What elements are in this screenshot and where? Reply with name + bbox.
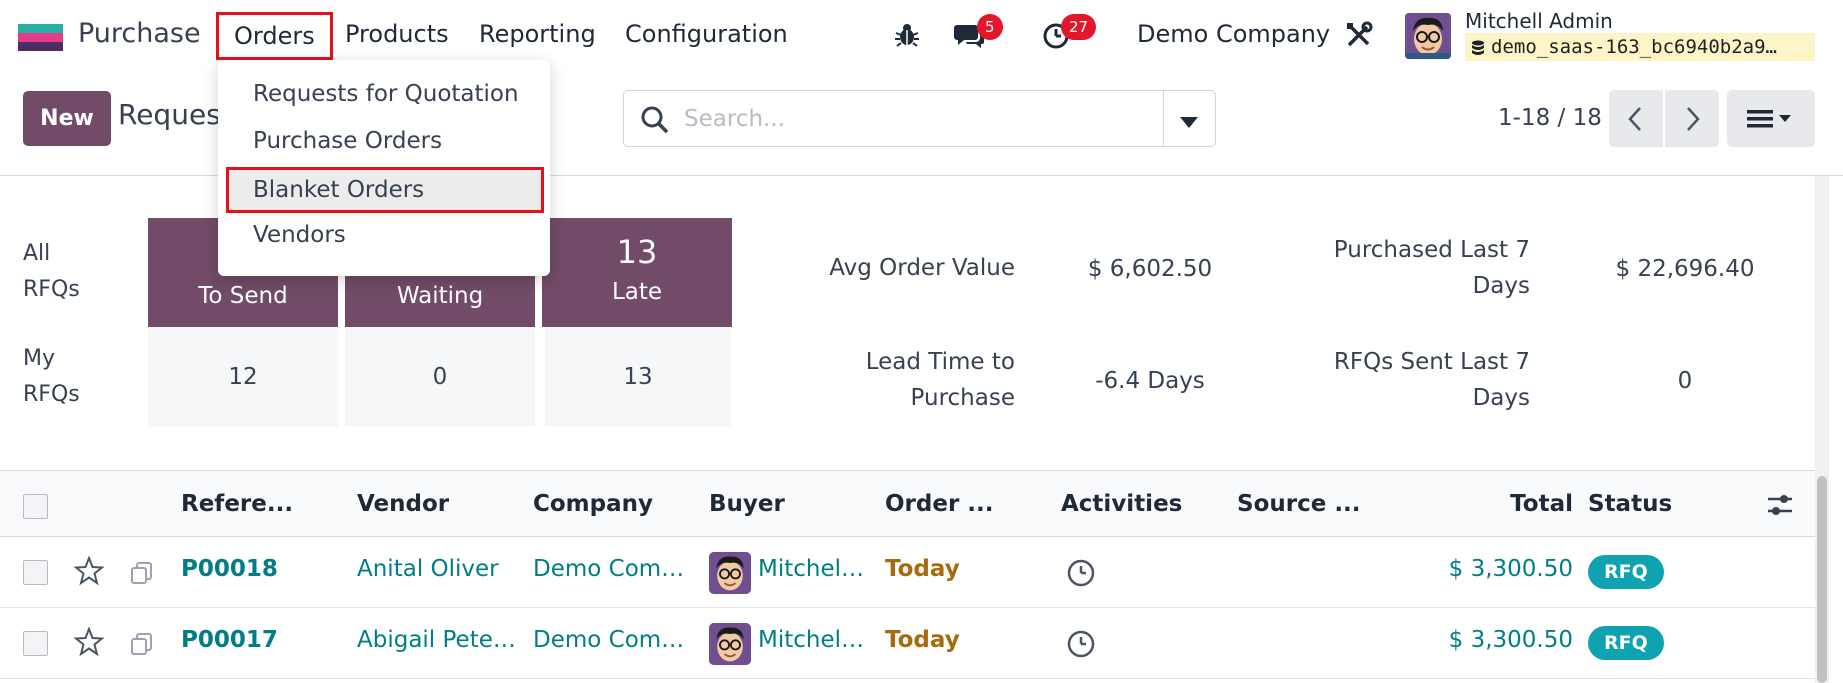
rfqs-sent-last7-value: 0 [1677, 368, 1693, 394]
tile-value: 13 [616, 233, 658, 271]
order-date: Today [885, 556, 960, 582]
rfqs-sent-last7-label: RFQs Sent Last 7 Days [1333, 349, 1530, 411]
chevron-right-icon [1685, 106, 1701, 136]
status-badge: RFQ [1588, 555, 1664, 589]
lead-time-label: Lead Time to Purchase [865, 349, 1015, 411]
star-icon[interactable] [73, 555, 105, 590]
database-icon [1471, 39, 1485, 61]
total-amount: $ 3,300.50 [1448, 556, 1573, 582]
reference-link[interactable]: P00018 [181, 556, 278, 582]
clock-icon[interactable] [1066, 558, 1096, 592]
row-checkbox[interactable] [23, 560, 48, 585]
search-bar [623, 90, 1216, 147]
bug-icon[interactable] [893, 21, 923, 51]
menu-item-blanket-orders[interactable]: Blanket Orders [226, 167, 544, 213]
clock-icon[interactable] [1066, 629, 1096, 663]
table-row[interactable]: P00018 Anital Oliver Demo Com… Mitchel… … [0, 537, 1815, 608]
tile-my-waiting[interactable]: 0 [345, 328, 535, 427]
user-name[interactable]: Mitchell Admin [1465, 9, 1613, 33]
col-order-deadline[interactable]: Order ... [885, 491, 994, 517]
vendor-link[interactable]: Anital Oliver [357, 556, 499, 582]
table-header: Refere... Vendor Company Buyer Order ...… [0, 470, 1815, 537]
company-link[interactable]: Demo Com… [533, 556, 684, 582]
purchase-app-logo[interactable] [18, 24, 63, 52]
caret-down-icon [1180, 113, 1198, 132]
tile-my-to-send[interactable]: 12 [148, 328, 338, 427]
col-vendor[interactable]: Vendor [357, 491, 449, 517]
col-buyer[interactable]: Buyer [709, 491, 785, 517]
menu-reporting[interactable]: Reporting [479, 20, 596, 48]
orders-dropdown-menu: Requests for Quotation Purchase Orders B… [218, 60, 550, 276]
row-checkbox[interactable] [23, 631, 48, 656]
scrollbar-thumb[interactable] [1817, 476, 1827, 683]
avg-order-label: Avg Order Value [829, 255, 1015, 281]
menu-item-vendors[interactable]: Vendors [218, 212, 550, 258]
buyer-link[interactable]: Mitchel… [758, 556, 864, 582]
view-switcher-button[interactable] [1727, 90, 1815, 147]
pager-value[interactable]: 1-18 / 18 [1498, 105, 1602, 131]
copy-icon[interactable] [130, 561, 156, 589]
database-name: demo_saas-163_bc6940b2a9… [1465, 33, 1815, 61]
search-options-toggle[interactable] [1163, 91, 1215, 146]
breadcrumb: Reques [118, 98, 221, 131]
select-all-checkbox[interactable] [23, 494, 48, 519]
vendor-link[interactable]: Abigail Pete… [357, 627, 516, 653]
col-source-document[interactable]: Source ... [1237, 491, 1361, 517]
menu-configuration[interactable]: Configuration [625, 20, 788, 48]
pager-next-button[interactable] [1665, 90, 1719, 147]
tools-icon[interactable] [1345, 21, 1375, 51]
search-input[interactable] [684, 101, 1134, 137]
buyer-link[interactable]: Mitchel… [758, 627, 864, 653]
all-rfqs-label: All RFQs [23, 241, 80, 302]
vertical-scrollbar[interactable] [1815, 176, 1829, 683]
menu-orders[interactable]: Orders [216, 12, 333, 60]
col-status[interactable]: Status [1588, 491, 1672, 517]
copy-icon[interactable] [130, 632, 156, 660]
buyer-avatar [709, 552, 751, 594]
menu-item-requests-for-quotation[interactable]: Requests for Quotation [218, 71, 550, 117]
status-badge: RFQ [1588, 626, 1664, 660]
col-reference[interactable]: Refere... [181, 491, 293, 517]
order-date: Today [885, 627, 960, 653]
reference-link[interactable]: P00017 [181, 627, 278, 653]
purchased-last7-value: $ 22,696.40 [1615, 256, 1755, 282]
tile-label: Late [611, 279, 663, 305]
user-avatar[interactable] [1405, 13, 1451, 59]
my-rfqs-label: My RFQs [23, 346, 80, 407]
avg-order-value: $ 6,602.50 [1087, 256, 1213, 282]
database-name-text: demo_saas-163_bc6940b2a9… [1491, 36, 1777, 58]
company-link[interactable]: Demo Com… [533, 627, 684, 653]
tile-my-late[interactable]: 13 [545, 328, 731, 427]
col-total[interactable]: Total [1470, 491, 1573, 517]
menu-item-purchase-orders[interactable]: Purchase Orders [218, 118, 550, 164]
list-view-icon [1747, 109, 1795, 133]
company-switcher[interactable]: Demo Company [1137, 20, 1330, 48]
chevron-left-icon [1627, 106, 1643, 136]
messages-count-badge: 5 [977, 14, 1003, 40]
activities-count-badge: 27 [1061, 14, 1097, 40]
total-amount: $ 3,300.50 [1448, 627, 1573, 653]
new-button[interactable]: New [23, 91, 111, 146]
purchased-last7-label: Purchased Last 7 Days [1333, 237, 1530, 299]
app-name[interactable]: Purchase [78, 18, 201, 49]
buyer-avatar [709, 623, 751, 665]
menu-products[interactable]: Products [345, 20, 449, 48]
table-row[interactable]: P00017 Abigail Pete… Demo Com… Mitchel… … [0, 608, 1815, 679]
col-company[interactable]: Company [533, 491, 653, 517]
settings-sliders-icon[interactable] [1767, 493, 1793, 521]
lead-time-value: -6.4 Days [1095, 368, 1205, 394]
star-icon[interactable] [73, 626, 105, 661]
search-icon [640, 105, 670, 139]
pager-previous-button[interactable] [1609, 90, 1663, 147]
col-activities[interactable]: Activities [1061, 491, 1182, 517]
tile-all-late[interactable]: 13 Late [542, 218, 732, 327]
